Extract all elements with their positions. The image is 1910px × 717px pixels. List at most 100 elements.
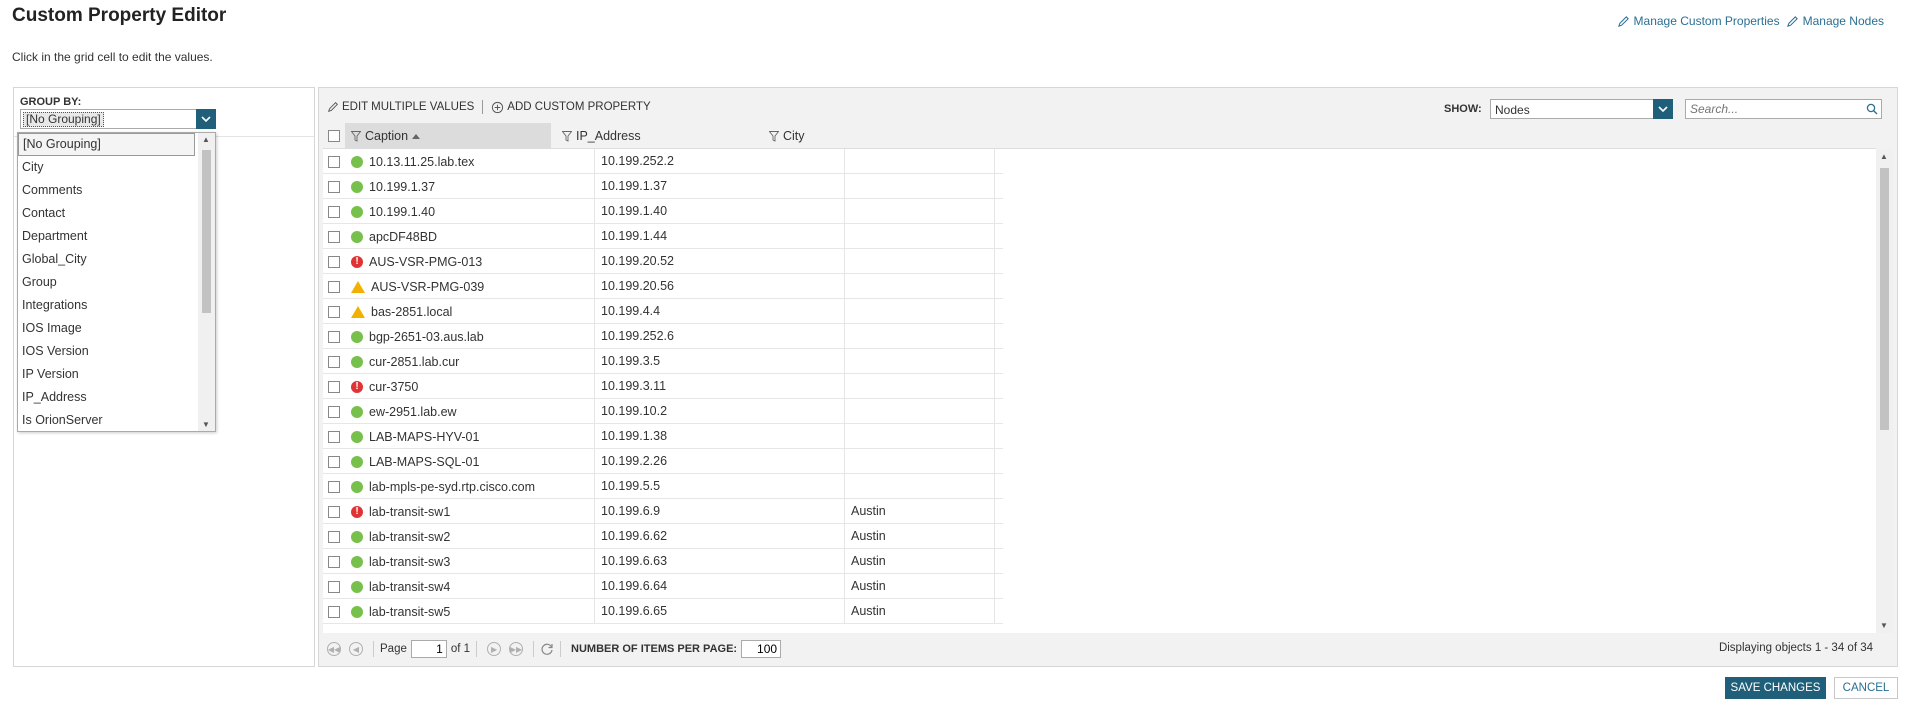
- row-checkbox[interactable]: [328, 280, 340, 293]
- group-by-option[interactable]: Comments: [18, 179, 215, 202]
- row-checkbox[interactable]: [328, 205, 340, 218]
- table-row[interactable]: lab-transit-sw3 10.199.6.63 Austin: [323, 549, 1003, 574]
- row-checkbox[interactable]: [328, 555, 340, 568]
- caption-cell[interactable]: lab-mpls-pe-syd.rtp.cisco.com: [345, 474, 595, 499]
- city-cell[interactable]: Austin: [845, 574, 995, 599]
- ip-address-cell[interactable]: 10.199.3.5: [595, 349, 845, 374]
- row-checkbox[interactable]: [328, 155, 340, 168]
- column-header-city[interactable]: City: [763, 123, 913, 149]
- chevron-down-icon[interactable]: [1653, 99, 1673, 119]
- column-header-ip-address[interactable]: IP_Address: [556, 123, 756, 149]
- row-checkbox[interactable]: [328, 455, 340, 468]
- caption-cell[interactable]: 10.199.1.40: [345, 199, 595, 224]
- table-row[interactable]: cur-3750 10.199.3.11: [323, 374, 1003, 399]
- ip-address-cell[interactable]: 10.199.6.64: [595, 574, 845, 599]
- chevron-down-icon[interactable]: [196, 109, 216, 129]
- table-row[interactable]: lab-transit-sw2 10.199.6.62 Austin: [323, 524, 1003, 549]
- caption-cell[interactable]: apcDF48BD: [345, 224, 595, 249]
- city-cell[interactable]: [845, 324, 995, 349]
- next-page-icon[interactable]: ▶: [487, 642, 502, 656]
- edit-multiple-values-button[interactable]: EDIT MULTIPLE VALUES: [327, 101, 474, 113]
- search-input[interactable]: [1690, 102, 1860, 116]
- page-number-input[interactable]: [410, 640, 447, 658]
- table-row[interactable]: lab-mpls-pe-syd.rtp.cisco.com 10.199.5.5: [323, 474, 1003, 499]
- city-cell[interactable]: Austin: [845, 599, 995, 624]
- caption-cell[interactable]: ew-2951.lab.ew: [345, 399, 595, 424]
- group-by-select[interactable]: [No Grouping]: [20, 109, 216, 129]
- row-checkbox[interactable]: [328, 430, 340, 443]
- last-page-icon[interactable]: ▶▶: [509, 642, 524, 656]
- dropdown-scrollbar[interactable]: ▲ ▼: [198, 133, 215, 431]
- filter-icon[interactable]: [769, 130, 779, 142]
- city-cell[interactable]: Austin: [845, 549, 995, 574]
- ip-address-cell[interactable]: 10.199.6.65: [595, 599, 845, 624]
- city-cell[interactable]: [845, 399, 995, 424]
- first-page-icon[interactable]: ◀◀: [327, 642, 341, 656]
- table-row[interactable]: lab-transit-sw4 10.199.6.64 Austin: [323, 574, 1003, 599]
- table-row[interactable]: lab-transit-sw1 10.199.6.9Austin: [323, 499, 1003, 524]
- city-cell[interactable]: Austin: [845, 524, 995, 549]
- city-cell[interactable]: [845, 449, 995, 474]
- refresh-icon[interactable]: [540, 642, 554, 656]
- row-checkbox[interactable]: [328, 530, 340, 543]
- scrollbar-thumb[interactable]: [1880, 168, 1889, 430]
- ip-address-cell[interactable]: 10.199.10.2: [595, 399, 845, 424]
- scroll-up-icon[interactable]: ▲: [202, 135, 210, 144]
- city-cell[interactable]: [845, 174, 995, 199]
- caption-cell[interactable]: AUS-VSR-PMG-039: [345, 274, 595, 299]
- caption-cell[interactable]: lab-transit-sw2: [345, 524, 595, 549]
- group-by-option[interactable]: Integrations: [18, 294, 215, 317]
- group-by-option[interactable]: IOS Version: [18, 340, 215, 363]
- ip-address-cell[interactable]: 10.199.3.11: [595, 374, 845, 399]
- ip-address-cell[interactable]: 10.199.1.44: [595, 224, 845, 249]
- row-checkbox[interactable]: [328, 480, 340, 493]
- caption-cell[interactable]: LAB-MAPS-HYV-01: [345, 424, 595, 449]
- caption-cell[interactable]: cur-3750: [345, 374, 595, 399]
- table-row[interactable]: cur-2851.lab.cur 10.199.3.5: [323, 349, 1003, 374]
- caption-cell[interactable]: lab-transit-sw5: [345, 599, 595, 624]
- row-checkbox[interactable]: [328, 580, 340, 593]
- caption-cell[interactable]: bas-2851.local: [345, 299, 595, 324]
- city-cell[interactable]: [845, 249, 995, 274]
- group-by-option[interactable]: IP_Address: [18, 386, 215, 409]
- caption-cell[interactable]: LAB-MAPS-SQL-01: [345, 449, 595, 474]
- group-by-option[interactable]: City: [18, 156, 215, 179]
- row-checkbox[interactable]: [328, 255, 340, 268]
- row-checkbox[interactable]: [328, 180, 340, 193]
- table-row[interactable]: bgp-2651-03.aus.lab 10.199.252.6: [323, 324, 1003, 349]
- items-per-page-input[interactable]: [741, 640, 782, 658]
- ip-address-cell[interactable]: 10.199.6.9: [595, 499, 845, 524]
- previous-page-icon[interactable]: ◀: [349, 642, 363, 656]
- table-row[interactable]: lab-transit-sw5 10.199.6.65 Austin: [323, 599, 1003, 624]
- manage-custom-properties-link[interactable]: Manage Custom Properties: [1617, 14, 1780, 28]
- table-row[interactable]: 10.199.1.40 10.199.1.40: [323, 199, 1003, 224]
- row-checkbox[interactable]: [328, 330, 340, 343]
- group-by-option[interactable]: Group: [18, 271, 215, 294]
- table-row[interactable]: AUS-VSR-PMG-013 10.199.20.52: [323, 249, 1003, 274]
- city-cell[interactable]: [845, 274, 995, 299]
- ip-address-cell[interactable]: 10.199.20.52: [595, 249, 845, 274]
- group-by-option[interactable]: IP Version: [18, 363, 215, 386]
- city-cell[interactable]: [845, 149, 995, 174]
- city-cell[interactable]: [845, 299, 995, 324]
- city-cell[interactable]: Austin: [845, 499, 995, 524]
- table-row[interactable]: ew-2951.lab.ew 10.199.10.2: [323, 399, 1003, 424]
- group-by-option[interactable]: Department: [18, 225, 215, 248]
- ip-address-cell[interactable]: 10.199.20.56: [595, 274, 845, 299]
- ip-address-cell[interactable]: 10.199.252.6: [595, 324, 845, 349]
- select-all-checkbox[interactable]: [328, 130, 340, 142]
- table-row[interactable]: bas-2851.local 10.199.4.4: [323, 299, 1003, 324]
- row-checkbox[interactable]: [328, 605, 340, 618]
- scroll-up-icon[interactable]: ▲: [1880, 152, 1888, 161]
- ip-address-cell[interactable]: 10.199.5.5: [595, 474, 845, 499]
- cancel-button[interactable]: CANCEL: [1834, 677, 1898, 699]
- save-changes-button[interactable]: SAVE CHANGES: [1725, 677, 1826, 699]
- group-by-option[interactable]: Contact: [18, 202, 215, 225]
- row-checkbox[interactable]: [328, 405, 340, 418]
- table-row[interactable]: AUS-VSR-PMG-039 10.199.20.56: [323, 274, 1003, 299]
- caption-cell[interactable]: lab-transit-sw4: [345, 574, 595, 599]
- city-cell[interactable]: [845, 199, 995, 224]
- caption-cell[interactable]: lab-transit-sw3: [345, 549, 595, 574]
- row-checkbox[interactable]: [328, 305, 340, 318]
- table-row[interactable]: LAB-MAPS-HYV-01 10.199.1.38: [323, 424, 1003, 449]
